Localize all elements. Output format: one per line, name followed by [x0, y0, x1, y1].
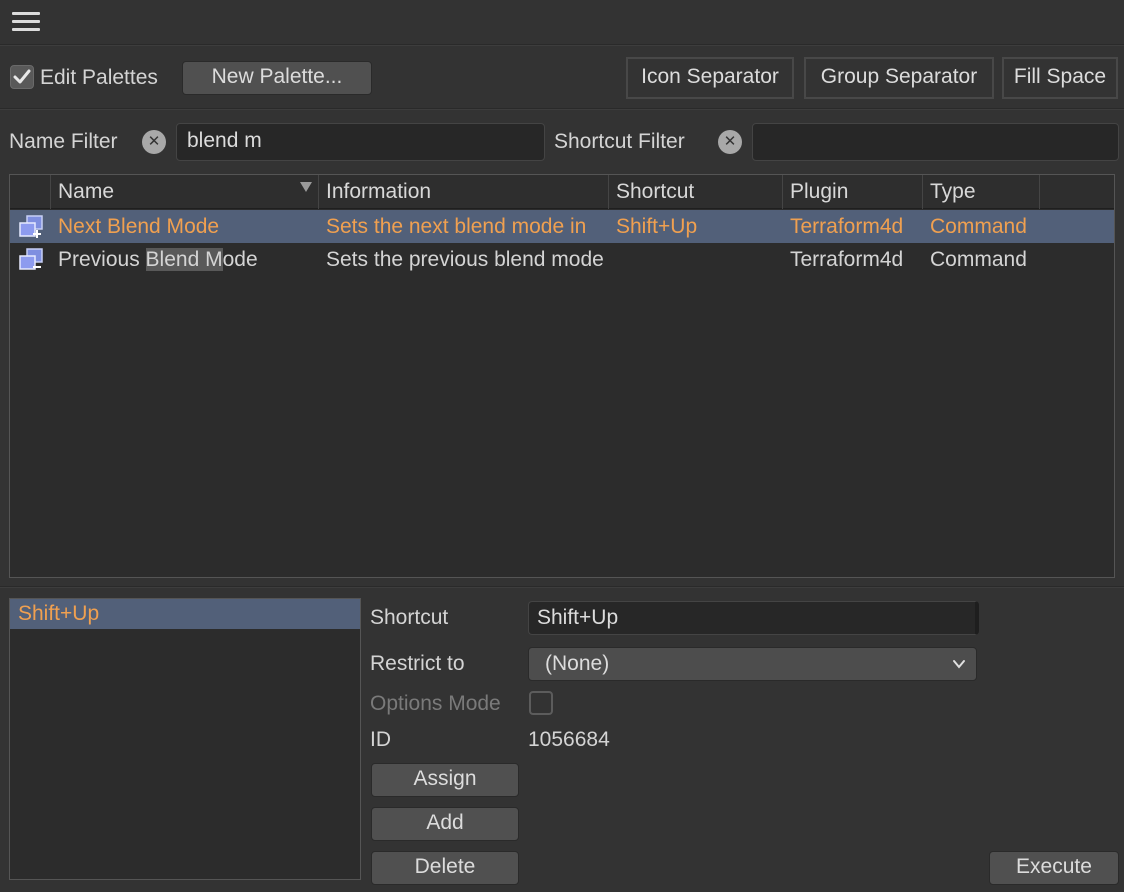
command-icon	[19, 248, 43, 270]
delete-button[interactable]: Delete	[371, 851, 519, 885]
table-header: Name Information Shortcut Plugin Type	[10, 175, 1114, 209]
id-label: ID	[370, 728, 391, 751]
name-text: Next	[58, 215, 108, 238]
panel-divider	[0, 586, 1124, 588]
top-divider	[0, 44, 1124, 46]
row-information-cell: Sets the previous blend mode	[326, 248, 604, 271]
options-mode-checkbox[interactable]	[529, 691, 553, 715]
name-match-highlight: Blend M	[107, 215, 185, 238]
table-row[interactable]: Next Blend Mode Sets the next blend mode…	[10, 210, 1114, 243]
table-row[interactable]: Previous Blend Mode Sets the previous bl…	[10, 243, 1114, 276]
row-name-cell: Next Blend Mode	[51, 210, 319, 243]
icon-separator-button[interactable]: Icon Separator	[626, 57, 794, 99]
name-filter-label: Name Filter	[9, 130, 118, 153]
icon-column-header[interactable]	[10, 175, 51, 209]
edit-palettes-label: Edit Palettes	[40, 66, 158, 89]
id-value: 1056684	[528, 728, 610, 751]
column-header-information[interactable]: Information	[319, 175, 609, 209]
commands-table: Name Information Shortcut Plugin Type Ne…	[9, 174, 1115, 578]
row-type-cell: Command	[930, 215, 1027, 238]
row-shortcut-cell: Shift+Up	[616, 215, 698, 238]
name-text: ode	[222, 248, 258, 271]
new-palette-button[interactable]: New Palette...	[182, 61, 372, 95]
add-button[interactable]: Add	[371, 807, 519, 841]
hamburger-menu-icon[interactable]	[12, 12, 40, 32]
edit-palettes-checkbox[interactable]	[10, 65, 34, 89]
shortcut-label: Shortcut	[370, 606, 449, 629]
assign-button[interactable]: Assign	[371, 763, 519, 797]
shortcut-filter-label: Shortcut Filter	[554, 130, 685, 153]
column-header-name[interactable]: Name	[51, 175, 319, 209]
row-plugin-cell: Terraform4d	[790, 248, 904, 271]
name-text: ode	[184, 215, 220, 238]
command-icon	[19, 215, 43, 238]
list-item[interactable]: Shift+Up	[10, 599, 360, 629]
column-header-plugin[interactable]: Plugin	[783, 175, 923, 209]
row-name-cell: Previous Blend Mode	[51, 243, 319, 276]
row-information-cell: Sets the next blend mode in	[326, 215, 587, 238]
column-header-name-label: Name	[58, 180, 115, 203]
clear-shortcut-filter-icon[interactable]: ✕	[718, 130, 742, 154]
restrict-to-label: Restrict to	[370, 652, 465, 675]
execute-button[interactable]: Execute	[989, 851, 1119, 885]
row-type-cell: Command	[930, 248, 1027, 271]
toolbar-divider	[0, 108, 1124, 110]
sort-descending-icon	[300, 182, 312, 192]
options-mode-label: Options Mode	[370, 692, 501, 715]
fill-space-button[interactable]: Fill Space	[1002, 57, 1118, 99]
row-plugin-cell: Terraform4d	[790, 215, 904, 238]
group-separator-button[interactable]: Group Separator	[804, 57, 994, 99]
name-match-highlight: Blend M	[145, 248, 223, 271]
column-header-type[interactable]: Type	[923, 175, 1040, 209]
checkmark-icon	[13, 69, 31, 84]
name-filter-input[interactable]: blend m	[176, 123, 545, 161]
shortcut-filter-input[interactable]	[752, 123, 1119, 161]
assigned-shortcuts-list: Shift+Up	[9, 598, 361, 880]
name-text: Previous	[58, 248, 146, 271]
chevron-down-icon	[953, 660, 965, 669]
shortcut-input[interactable]: Shift+Up	[528, 601, 979, 635]
clear-name-filter-icon[interactable]: ✕	[142, 130, 166, 154]
row-shortcut-cell	[609, 243, 783, 276]
column-header-shortcut[interactable]: Shortcut	[609, 175, 783, 209]
restrict-to-value: (None)	[545, 652, 610, 675]
restrict-to-dropdown[interactable]: (None)	[528, 647, 977, 681]
